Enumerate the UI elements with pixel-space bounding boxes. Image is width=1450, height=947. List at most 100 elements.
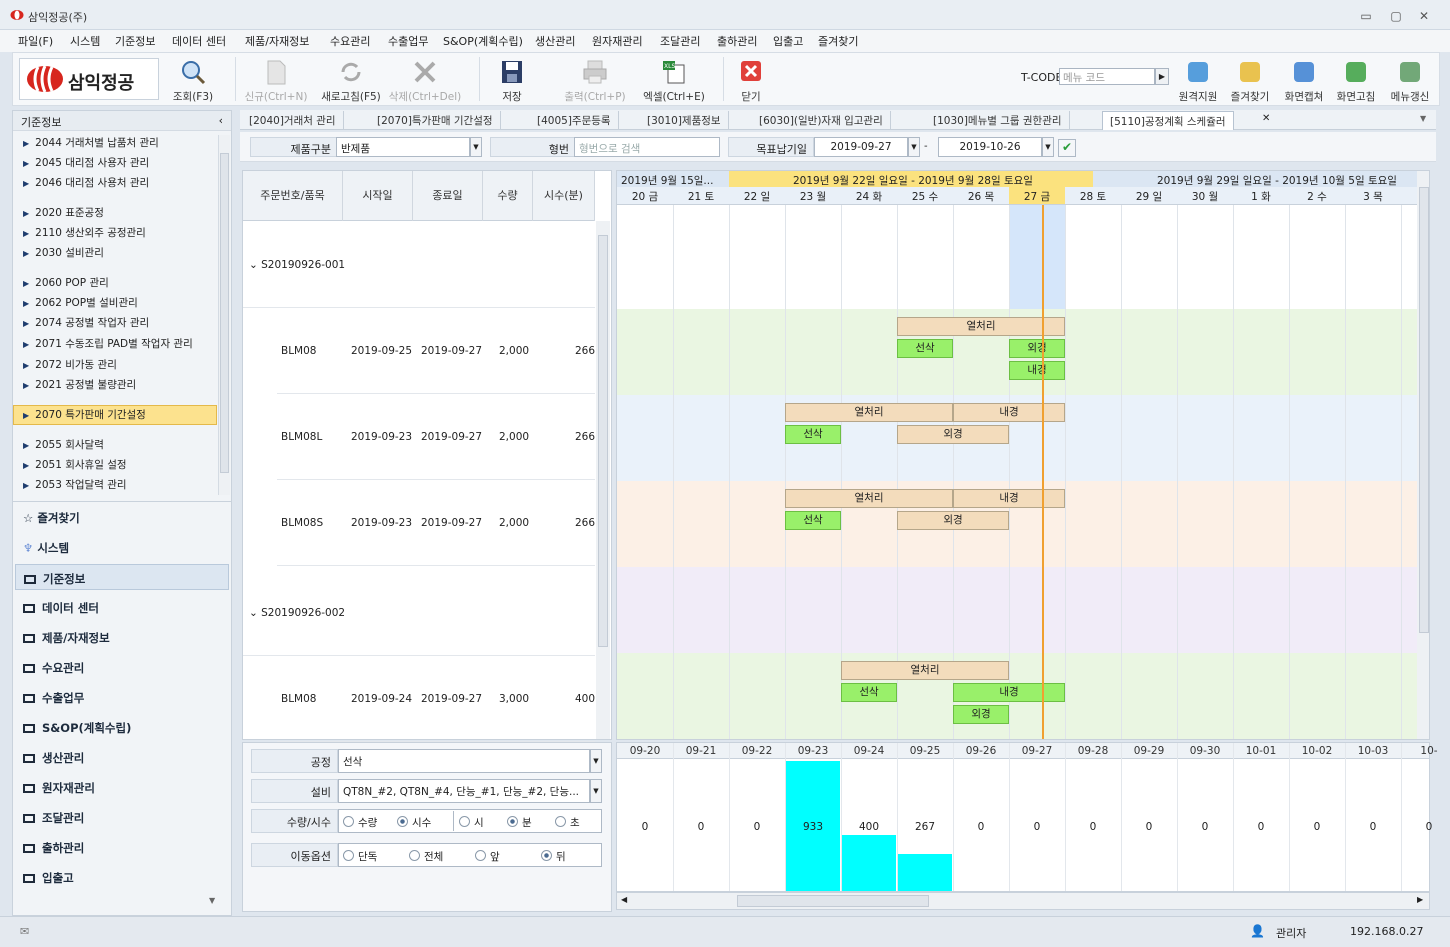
sidebar-item[interactable]: 2071 수동조립 PAD별 작업자 관리 [23, 336, 193, 351]
sidebar-item[interactable]: 2020 표준공정 [23, 205, 104, 220]
menu-item[interactable]: 데이터 센터 [172, 33, 226, 49]
close-window-icon[interactable]: ✕ [1416, 9, 1432, 23]
restore-icon[interactable]: ▢ [1388, 9, 1404, 23]
expand-icon[interactable]: ▼ [209, 896, 215, 905]
menu-item[interactable]: 입출고 [773, 33, 803, 49]
product-type-select[interactable]: 반제품 [336, 137, 470, 157]
move-option-radio[interactable]: 전체 [409, 849, 443, 864]
toolbar-right-button[interactable]: 메뉴갱신 [1385, 53, 1435, 105]
task-bar[interactable]: 열처리 [841, 661, 1009, 680]
chevron-down-icon[interactable]: ▼ [470, 137, 482, 157]
sidebar-group[interactable]: 데이터 센터 [15, 594, 229, 620]
expand-chevron-icon[interactable]: ⌄ [249, 259, 261, 271]
item-code[interactable]: BLM08 [281, 693, 316, 705]
task-bar[interactable]: 외경 [953, 705, 1009, 724]
task-bar[interactable]: 선삭 [785, 425, 841, 444]
expand-chevron-icon[interactable]: ⌄ [249, 607, 261, 619]
qty-mode-radio[interactable]: 수량 [343, 815, 377, 830]
sidebar-item[interactable]: 2062 POP별 설비관리 [23, 295, 138, 310]
sidebar-item[interactable]: 2110 생산외주 공정관리 [23, 225, 146, 240]
menu-item[interactable]: 즐겨찾기 [818, 33, 858, 49]
gantt-scrollbar[interactable] [1417, 171, 1429, 739]
menu-item[interactable]: 조달관리 [660, 33, 700, 49]
move-option-radio[interactable]: 단독 [343, 849, 377, 864]
grid-column-header[interactable]: 종료일 [413, 171, 483, 221]
time-unit-radio[interactable]: 분 [507, 815, 532, 830]
scroll-left-icon[interactable]: ◀ [621, 895, 627, 904]
tab-close-icon[interactable]: ✕ [1262, 113, 1270, 124]
tcode-go-icon[interactable]: ▶ [1155, 68, 1169, 85]
order-group-row[interactable]: ⌄ S20190926-002 [249, 607, 345, 619]
calendar-dropdown-icon[interactable]: ▼ [908, 137, 920, 157]
tab-overflow-icon[interactable]: ▼ [1420, 114, 1426, 123]
scroll-thumb[interactable] [737, 895, 929, 907]
sidebar-item[interactable]: 2051 회사휴일 설정 [23, 457, 126, 472]
tab[interactable]: [5110]공정계획 스케쥴러 [1102, 111, 1234, 130]
minimize-icon[interactable]: ▭ [1358, 9, 1374, 23]
toolbar-right-button[interactable]: 화면캡쳐 [1279, 53, 1329, 105]
tab[interactable]: [2040]거래처 관리 [242, 111, 344, 130]
qty-mode-radio[interactable]: 시수 [397, 815, 431, 830]
sidebar-item[interactable]: 2030 설비관리 [23, 245, 104, 260]
apply-check-icon[interactable]: ✔ [1058, 139, 1076, 157]
menu-item[interactable]: 시스템 [70, 33, 100, 49]
tab[interactable]: [1030]메뉴별 그룹 권한관리 [926, 111, 1070, 130]
item-code[interactable]: BLM08L [281, 431, 322, 443]
sidebar-group[interactable]: S&OP(계획수립) [15, 714, 229, 740]
collapse-icon[interactable]: ‹ [219, 114, 223, 127]
move-option-radio[interactable]: 뒤 [541, 849, 566, 864]
task-bar[interactable]: 열처리 [897, 317, 1065, 336]
toolbar-right-button[interactable]: 즐겨찾기 [1225, 53, 1275, 105]
menu-item[interactable]: 제품/자재정보 [245, 33, 309, 49]
tab[interactable]: [2070]특가판매 기간설정 [370, 111, 501, 130]
toolbar-right-button[interactable]: 화면고침 [1331, 53, 1381, 105]
sidebar-item[interactable]: 2046 대리점 사용처 관리 [23, 175, 149, 190]
sidebar-group[interactable]: 수요관리 [15, 654, 229, 680]
menu-item[interactable]: 수요관리 [330, 33, 370, 49]
task-bar[interactable]: 외경 [897, 511, 1009, 530]
grid-column-header[interactable]: 수량 [483, 171, 533, 221]
chevron-down-icon[interactable]: ▼ [590, 749, 602, 773]
scroll-thumb[interactable] [220, 153, 229, 473]
sidebar-group[interactable]: 원자재관리 [15, 774, 229, 800]
grid-column-header[interactable]: 시작일 [343, 171, 413, 221]
model-search-input[interactable]: 형번으로 검색 [574, 137, 720, 157]
grid-column-header[interactable]: 시수(분) [533, 171, 595, 221]
sidebar-item[interactable]: 2055 회사달력 [23, 437, 104, 452]
move-option-radio[interactable]: 앞 [475, 849, 500, 864]
toolbar-button[interactable]: XLS 엑셀(Ctrl+E) [637, 53, 711, 105]
menu-item[interactable]: 출하관리 [717, 33, 757, 49]
sidebar-group[interactable]: 생산관리 [15, 744, 229, 770]
sidebar-item[interactable]: 2060 POP 관리 [23, 275, 109, 290]
sidebar-group[interactable]: 수출업무 [15, 684, 229, 710]
tab[interactable]: [6030](일반)자재 입고관리 [752, 111, 891, 130]
tab[interactable]: [4005]주문등록 [530, 111, 619, 130]
favorites-group[interactable]: ☆ 즐겨찾기 [15, 504, 229, 530]
sidebar-scrollbar[interactable] [218, 135, 230, 495]
sidebar-item[interactable]: 2072 비가동 관리 [23, 357, 117, 372]
horizontal-scrollbar[interactable]: ◀ ▶ [616, 892, 1430, 910]
sidebar-item[interactable]: 2070 특가판매 기간설정 [23, 407, 146, 422]
sidebar-item[interactable]: 2053 작업달력 관리 [23, 477, 126, 492]
sidebar-item[interactable]: 2044 거래처별 납품처 관리 [23, 135, 159, 150]
order-group-row[interactable]: ⌄ S20190926-001 [249, 259, 345, 271]
sidebar-group[interactable]: 제품/자재정보 [15, 624, 229, 650]
scroll-right-icon[interactable]: ▶ [1417, 895, 1423, 904]
grid-scrollbar[interactable] [596, 221, 610, 739]
date-from-input[interactable]: 2019-09-27 [814, 137, 908, 157]
scroll-thumb[interactable] [598, 235, 608, 647]
toolbar-button[interactable]: 저장 [489, 53, 535, 105]
sidebar-group[interactable]: 기준정보 [15, 564, 229, 590]
item-code[interactable]: BLM08S [281, 517, 323, 529]
item-code[interactable]: BLM08 [281, 345, 316, 357]
chevron-down-icon[interactable]: ▼ [590, 779, 602, 803]
process-select[interactable]: 선삭 [338, 749, 590, 773]
sidebar-item[interactable]: 2045 대리점 사용자 관리 [23, 155, 149, 170]
menu-item[interactable]: 기준정보 [115, 33, 155, 49]
sidebar-group[interactable]: 입출고 [15, 864, 229, 890]
task-bar[interactable]: 외경 [897, 425, 1009, 444]
task-bar[interactable]: 열처리 [785, 489, 953, 508]
task-bar[interactable]: 내경 [953, 403, 1065, 422]
scroll-thumb[interactable] [1419, 187, 1429, 633]
menu-item[interactable]: 원자재관리 [592, 33, 643, 49]
